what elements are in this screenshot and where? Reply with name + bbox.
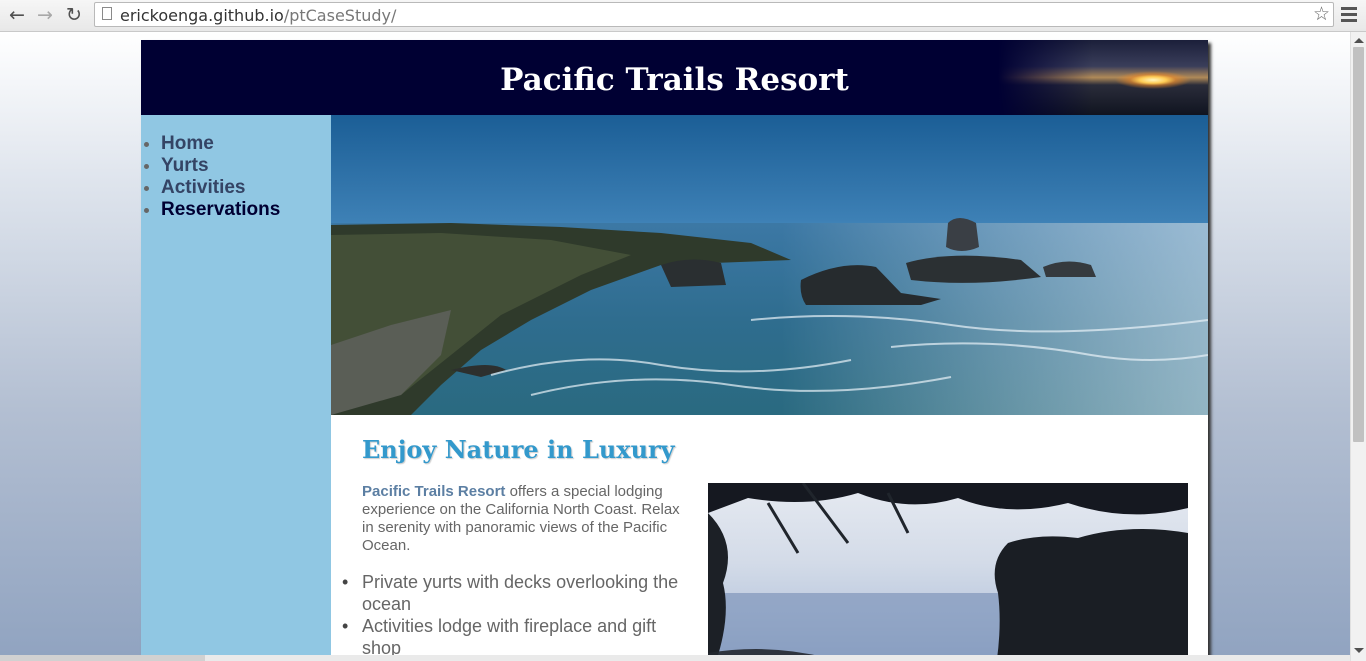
page-icon <box>102 7 112 20</box>
page-viewport: Pacific Trails Resort Home Yurts Activit… <box>0 32 1350 661</box>
feature-list: Private yurts with decks overlooking the… <box>342 571 692 659</box>
scroll-thumb[interactable] <box>1353 47 1364 442</box>
trees-image <box>708 483 1188 661</box>
nav-link-reservations[interactable]: Reservations <box>161 199 280 220</box>
address-bar[interactable]: erickoenga.github.io/ptCaseStudy/ ☆ <box>94 2 1334 27</box>
intro-paragraph: Pacific Trails Resort offers a special l… <box>362 483 692 555</box>
nav-item-yurts: Yurts <box>161 155 331 177</box>
browser-toolbar: ← → ↻ erickoenga.github.io/ptCaseStudy/ … <box>0 0 1366 32</box>
nav-item-reservations: Reservations <box>161 199 331 221</box>
hamburger-menu-icon[interactable] <box>1341 4 1357 24</box>
reload-icon: ↻ <box>66 4 82 26</box>
back-button[interactable]: ← <box>5 3 29 27</box>
main-content: Enjoy Nature in Luxury Pacific Trails Re… <box>331 115 1208 661</box>
intro-brand: Pacific Trails Resort <box>362 483 506 500</box>
nav-link-yurts[interactable]: Yurts <box>161 155 209 176</box>
feature-item: Private yurts with decks overlooking the… <box>342 571 692 615</box>
url-text: erickoenga.github.io/ptCaseStudy/ <box>120 6 396 25</box>
star-icon[interactable]: ☆ <box>1313 3 1330 25</box>
nav-item-activities: Activities <box>161 177 331 199</box>
horizontal-scroll-thumb[interactable] <box>0 655 205 661</box>
url-host: erickoenga.github.io <box>120 6 284 25</box>
nav-link-home[interactable]: Home <box>161 133 214 154</box>
feature-item: Activities lodge with fireplace and gift… <box>342 615 692 659</box>
site-header: Pacific Trails Resort <box>141 40 1208 115</box>
site-title: Pacific Trails Resort <box>500 62 849 98</box>
scroll-up-icon[interactable] <box>1354 38 1364 43</box>
horizontal-scrollbar[interactable] <box>0 655 1350 661</box>
url-path: /ptCaseStudy/ <box>283 6 397 25</box>
side-nav: Home Yurts Activities Reservations <box>141 115 331 661</box>
nav-item-home: Home <box>161 133 331 155</box>
section-heading: Enjoy Nature in Luxury <box>362 435 675 464</box>
page-wrapper: Pacific Trails Resort Home Yurts Activit… <box>141 40 1208 661</box>
reload-button[interactable]: ↻ <box>62 3 86 27</box>
scroll-down-icon[interactable] <box>1354 648 1364 653</box>
hero-coast-image <box>331 115 1208 415</box>
arrow-right-icon: → <box>37 4 53 26</box>
vertical-scrollbar[interactable] <box>1350 32 1366 661</box>
forward-button[interactable]: → <box>33 3 57 27</box>
nav-list: Home Yurts Activities Reservations <box>141 115 331 221</box>
arrow-left-icon: ← <box>9 4 25 26</box>
nav-link-activities[interactable]: Activities <box>161 177 245 198</box>
